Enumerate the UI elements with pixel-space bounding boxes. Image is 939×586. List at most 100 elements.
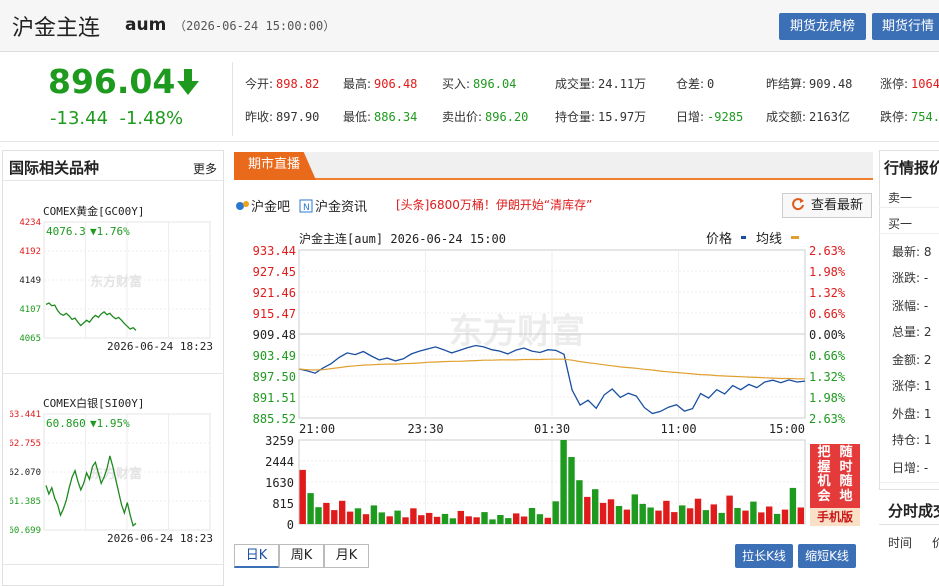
mini-chart-gold[interactable]: COMEX黄金[GC00Y] 4076.3 ▼1.76% 东方财富 4234 4192 41… (10, 200, 214, 355)
more-link[interactable]: 更多 (193, 160, 217, 177)
y-tick-label: 891.51 (253, 391, 296, 405)
quote-field: 涨停:1064. (880, 75, 939, 92)
tab-daily-k[interactable]: 日K (234, 544, 279, 568)
mini-chart-name: COMEX黄金[GC00Y] (43, 204, 144, 218)
tick-trades-title: 分时成交 (888, 502, 939, 520)
quote-board-row: 总量: 2 (892, 325, 932, 339)
pct-tick-label: 2.63% (809, 244, 846, 258)
quote-field: 最低: 886.34 (343, 108, 417, 125)
pct-tick-label: 0.66% (809, 349, 846, 363)
mobile-promo-text: 把 握 机 会随 时 随 地 (814, 445, 858, 504)
quote-field-value: 15.97万 (598, 110, 647, 124)
volume-tick-label: 815 (272, 497, 294, 511)
volume-bar (473, 517, 480, 524)
mini-chart-change: ▼1.95% (90, 417, 130, 430)
mini-y-tick: 4192 (19, 247, 41, 257)
quote-board-row: 日增: - (892, 461, 929, 475)
quote-field-label: 跌停: (880, 110, 909, 124)
instrument-code: aum (125, 15, 167, 35)
legend-avg-label: 均线 (756, 232, 782, 247)
volume-bar (607, 499, 615, 524)
quote-field-value: 24.11万 (598, 77, 647, 91)
quote-field-value: 754. (911, 110, 939, 124)
quote-field-value: 909.48 (809, 77, 853, 91)
mini-y-tick: 62.755 (10, 439, 41, 449)
volume-bar (686, 508, 694, 524)
volume-bar (378, 512, 385, 524)
volume-bar (584, 496, 591, 524)
lengthen-k-button[interactable]: 拉长K线 (735, 544, 793, 568)
divider (879, 207, 939, 208)
divider (879, 524, 939, 525)
volume-bar (671, 512, 678, 524)
volume-bar (766, 506, 773, 524)
mini-price-line (45, 302, 137, 331)
live-tab-strip (234, 152, 873, 180)
quote-timestamp: （2026-06-24 15:00:00） (174, 19, 336, 33)
quote-board-row: 外盘: 1 (892, 407, 932, 421)
volume-tick-label: 2444 (265, 455, 294, 469)
divider (879, 482, 939, 483)
volume-bar (710, 504, 717, 524)
pct-tick-label: 1.98% (809, 391, 846, 405)
legend-price-label: 价格 (706, 231, 732, 247)
tab-weekly-k[interactable]: 周K (279, 544, 324, 568)
quote-field-label: 最低: (343, 110, 372, 124)
volume-bar (576, 480, 583, 524)
volume-bar (631, 494, 638, 524)
quote-field-value: 897.90 (276, 110, 320, 124)
quote-field: 持仓量: 15.97万 (555, 108, 646, 125)
volume-bar (481, 512, 488, 524)
mini-y-tick: 62.070 (10, 468, 41, 478)
volume-bar (734, 508, 741, 524)
futures-dragon-tiger-button[interactable]: 期货龙虎榜 (779, 13, 866, 40)
quote-field: 今开: 898.82 (245, 75, 319, 92)
volume-bar (346, 511, 354, 524)
y-tick-label: 927.45 (253, 265, 296, 279)
y-tick-label: 897.50 (253, 370, 296, 384)
quote-field-value: -9285 (707, 110, 744, 124)
volume-bar (679, 505, 686, 524)
volume-bar (781, 509, 789, 524)
volume-bar (536, 514, 544, 524)
volume-bar (742, 510, 749, 524)
volume-tick-label: 0 (287, 518, 294, 532)
refresh-latest-button[interactable]: 查看最新 (782, 193, 872, 218)
volume-bar (726, 495, 733, 524)
divider (2, 373, 224, 374)
volume-bar (528, 508, 536, 524)
intraday-chart[interactable]: 沪金主连[aum] 2026-06-24 15:00 价格 均线东方财富 933.44… (244, 228, 864, 540)
quote-field: 跌停: 754. (880, 108, 939, 125)
tab-futures-live[interactable]: 期市直播 (234, 152, 316, 180)
divider (879, 233, 939, 234)
headline-news-link[interactable]: [头条]6800万桶！伊朗开始“清库存” (396, 196, 592, 213)
quote-field-label: 成交量: (555, 77, 596, 91)
volume-bar (568, 457, 575, 524)
y-tick-label: 903.49 (253, 349, 296, 363)
pct-tick-label: 1.32% (809, 370, 846, 384)
quote-field-label: 涨停: (880, 77, 909, 91)
mini-chart-time: 2026-06-24 18:23 (107, 532, 213, 544)
quote-field-label: 昨结算: (766, 77, 807, 91)
volume-bar (615, 506, 623, 524)
volume-bar (323, 502, 330, 524)
quote-board-row: 最新: 8 (892, 245, 932, 259)
refresh-icon (792, 198, 804, 211)
mini-y-tick: 63.441 (10, 410, 41, 420)
quote-field: 昨收: 897.90 (245, 108, 319, 125)
gold-news-link[interactable]: N 沪金资讯 (299, 196, 367, 215)
quote-divider (232, 62, 233, 136)
gold-forum-link[interactable]: 沪金吧 (235, 196, 290, 215)
pct-tick-label: 1.98% (809, 265, 846, 279)
forum-icon (236, 201, 249, 210)
volume-bar (370, 505, 378, 524)
mobile-promo-banner[interactable]: 把 握 机 会随 时 随 地 手机版 (810, 444, 860, 526)
quote-field: 昨结算: 909.48 (766, 75, 852, 92)
mini-chart-silver[interactable]: COMEX白银[SI00Y] 60.860 ▼1.95% 东方财富 63.441 62.7… (8, 392, 214, 547)
quote-field-label: 日增: (676, 110, 705, 124)
futures-quotes-button[interactable]: 期货行情 (872, 13, 939, 40)
quote-board-row: 持仓: 1 (892, 433, 932, 447)
shorten-k-button[interactable]: 缩短K线 (798, 544, 856, 568)
divider (2, 564, 224, 565)
tab-monthly-k[interactable]: 月K (324, 544, 369, 568)
